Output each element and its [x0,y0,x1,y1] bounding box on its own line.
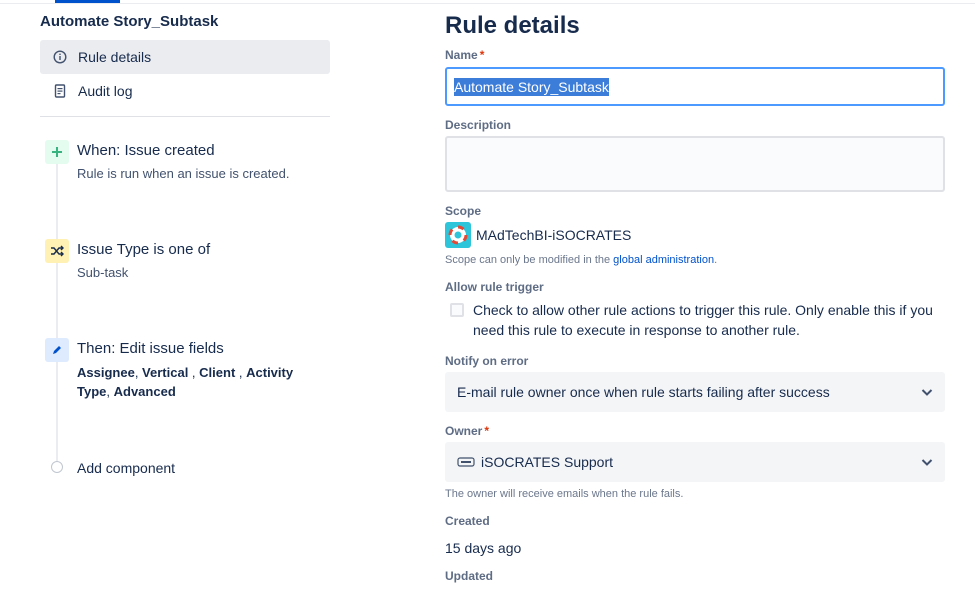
allow-trigger-text: Check to allow other rule actions to tri… [473,302,933,338]
owner-select[interactable]: iSOCRATES Support [445,442,945,482]
owner-avatar-icon [457,456,475,468]
add-component-button[interactable]: Add component [77,460,175,476]
notify-label: Notify on error [445,354,529,368]
allow-trigger-label: Allow rule trigger [445,280,544,294]
component-trigger-title: When: Issue created [77,142,215,159]
nav-rule-details-label: Rule details [78,49,152,65]
pencil-icon [45,338,69,362]
document-icon [52,83,68,99]
owner-select-value: iSOCRATES Support [481,454,614,470]
name-label: Name * [445,48,485,62]
page-title: Rule details [445,12,580,39]
notify-select[interactable]: E-mail rule owner once when rule starts … [445,372,945,412]
chevron-down-icon [921,389,933,396]
component-condition-subtitle: Sub-task [77,265,129,280]
scope-hint: Scope can only be modified in the global… [445,254,718,266]
field-advanced: Advanced [113,384,176,399]
owner-hint: The owner will receive emails when the r… [445,488,684,500]
updated-label: Updated [445,569,493,583]
component-trigger-subtitle: Rule is run when an issue is created. [77,166,290,181]
field-assignee: Assignee [77,365,135,380]
nav-audit-log-label: Audit log [78,83,133,99]
allow-trigger-checkbox[interactable] [450,303,464,317]
notify-select-value: E-mail rule owner once when rule starts … [457,384,830,400]
nav-rule-details[interactable]: Rule details [40,40,330,74]
plus-icon [45,140,69,164]
shuffle-icon [45,239,69,263]
component-timeline [56,150,58,468]
component-condition-title: Issue Type is one of [77,241,211,258]
chevron-down-icon [921,459,933,466]
scope-label: Scope [445,204,482,218]
owner-label: Owner * [445,424,490,438]
add-component-dot [51,461,63,473]
info-icon [52,49,68,65]
scope-row: MAdTechBI-iSOCRATES [445,222,631,248]
global-administration-link[interactable]: global administration [613,254,714,266]
field-client: Client [199,365,236,380]
sidebar-divider [40,116,330,117]
scope-value: MAdTechBI-iSOCRATES [476,227,632,243]
project-avatar-icon [445,222,471,248]
created-label: Created [445,514,490,528]
field-vertical: Vertical [142,365,189,380]
created-value: 15 days ago [445,540,522,556]
component-action-fields: Assignee, Vertical , Client , Activity T… [77,365,294,399]
description-input[interactable] [445,136,945,192]
rule-name-heading: Automate Story_Subtask [40,13,219,30]
top-border [0,3,975,4]
description-label: Description [445,118,512,132]
nav-audit-log[interactable]: Audit log [40,74,330,108]
name-input-value: Automate Story_Subtask [454,77,609,96]
name-input[interactable]: Automate Story_Subtask [445,67,945,106]
component-action-title: Then: Edit issue fields [77,340,224,357]
